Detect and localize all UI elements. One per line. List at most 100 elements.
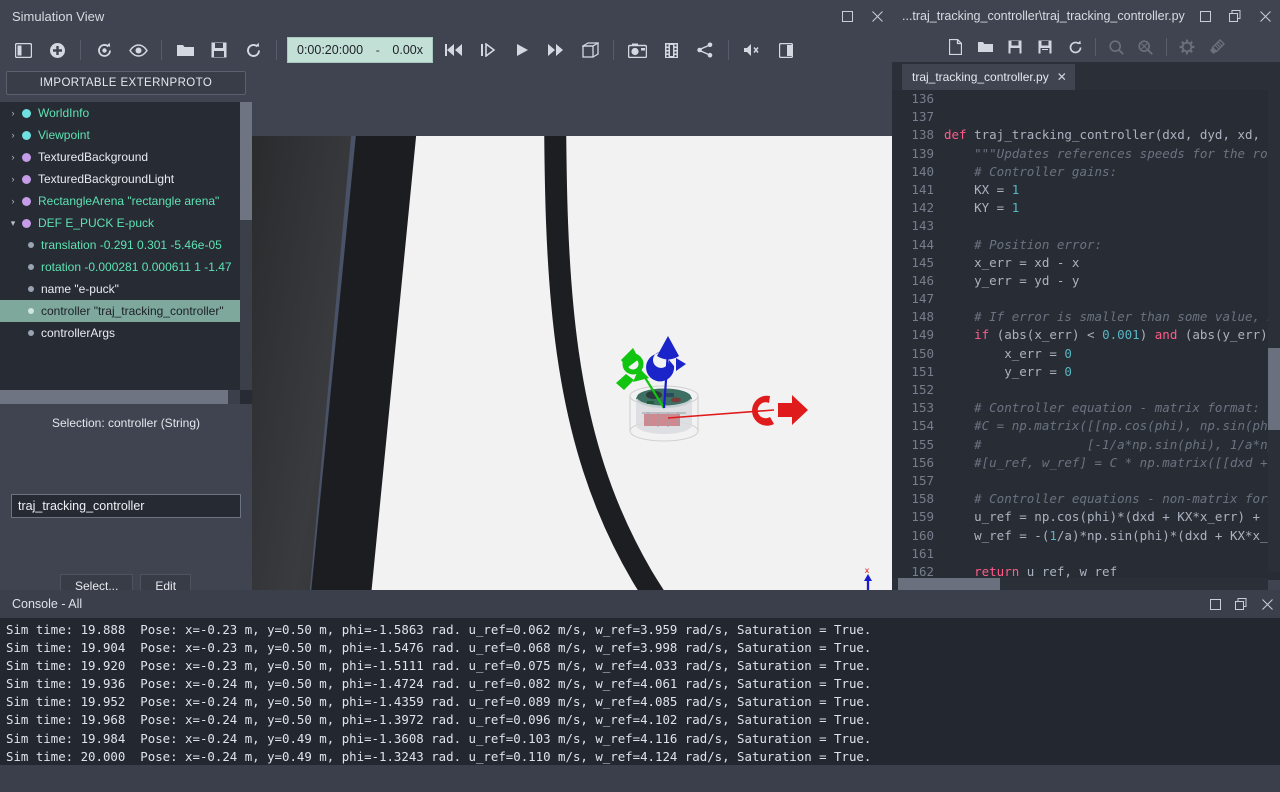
code-line[interactable]: KX = 1 <box>944 181 1280 199</box>
scrollbar-thumb[interactable] <box>240 102 252 220</box>
chevron-right-icon[interactable]: › <box>6 152 20 162</box>
code-line[interactable]: u_ref = np.cos(phi)*(dxd + KX*x_err) + n… <box>944 508 1280 526</box>
chevron-right-icon[interactable]: › <box>6 174 20 184</box>
mute-speaker-icon[interactable] <box>735 35 769 65</box>
screenshot-camera-icon[interactable] <box>620 35 654 65</box>
scene-tree-node[interactable]: controller "traj_tracking_controller" <box>0 300 240 322</box>
scrollbar-thumb[interactable] <box>0 390 228 404</box>
scene-tree-node[interactable]: › Viewpoint <box>0 124 240 146</box>
scene-tree-node[interactable]: name "e-puck" <box>0 278 240 300</box>
maximize-icon[interactable] <box>832 0 862 32</box>
controller-string-input[interactable]: traj_tracking_controller <box>11 494 241 518</box>
close-icon[interactable] <box>1250 0 1280 32</box>
scene-tree-node[interactable]: controllerArgs <box>0 322 240 344</box>
minimize-icon[interactable] <box>1190 0 1220 32</box>
open-world-icon[interactable] <box>168 35 202 65</box>
toggle-right-panel-icon[interactable] <box>769 35 803 65</box>
save-world-icon[interactable] <box>202 35 236 65</box>
scene-tree-node[interactable]: › TexturedBackground <box>0 146 240 168</box>
code-line[interactable]: y_err = yd - y <box>944 272 1280 290</box>
step-icon[interactable] <box>471 35 505 65</box>
code-line[interactable]: """Updates references speeds for the rob… <box>944 145 1280 163</box>
code-line[interactable]: # If error is smaller than some value, m… <box>944 308 1280 326</box>
new-file-icon[interactable] <box>940 34 970 60</box>
editor-vertical-scrollbar[interactable] <box>1268 90 1280 572</box>
code-token: if <box>974 327 990 343</box>
play-icon[interactable] <box>505 35 539 65</box>
minimize-icon[interactable] <box>1202 590 1228 618</box>
save-file-icon[interactable] <box>1000 34 1030 60</box>
scene-tree[interactable]: › WorldInfo › Viewpoint › TexturedBackground ›… <box>0 102 252 404</box>
code-line[interactable]: # Position error: <box>944 236 1280 254</box>
close-icon[interactable] <box>1254 590 1280 618</box>
clean-brush-icon[interactable] <box>1202 34 1232 60</box>
importable-externproto-button[interactable]: IMPORTABLE EXTERNPROTO <box>6 71 246 95</box>
code-line[interactable] <box>944 90 1280 108</box>
share-icon[interactable] <box>688 35 722 65</box>
code-line[interactable]: # Controller gains: <box>944 163 1280 181</box>
chevron-right-icon[interactable]: › <box>6 108 20 118</box>
save-as-file-icon[interactable] <box>1030 34 1060 60</box>
scene-tree-node[interactable]: ▾ DEF E_PUCK E-puck <box>0 212 240 234</box>
code-line[interactable] <box>944 381 1280 399</box>
editor-tab[interactable]: traj_tracking_controller.py ✕ <box>902 64 1075 90</box>
code-content[interactable]: def traj_tracking_controller(dxd, dyd, x… <box>944 90 1280 580</box>
add-node-icon[interactable] <box>40 35 74 65</box>
scene-tree-node[interactable]: rotation -0.000281 0.000611 1 -1.47 <box>0 256 240 278</box>
reload-world-icon[interactable] <box>87 35 121 65</box>
close-icon[interactable] <box>862 0 892 32</box>
chevron-right-icon[interactable]: › <box>6 130 20 140</box>
code-line[interactable]: # Controller equations - non-matrix form… <box>944 490 1280 508</box>
code-line[interactable]: y_err = 0 <box>944 363 1280 381</box>
scene-tree-vertical-scrollbar[interactable] <box>240 102 252 390</box>
line-number: 139 <box>911 145 934 161</box>
3d-viewport[interactable]: x Y <box>252 136 892 658</box>
code-line[interactable]: def traj_tracking_controller(dxd, dyd, x… <box>944 126 1280 144</box>
close-icon[interactable]: ✕ <box>1057 70 1067 84</box>
scrollbar-thumb[interactable] <box>1268 348 1280 430</box>
find-replace-icon[interactable] <box>1131 34 1161 60</box>
reset-simulation-icon[interactable] <box>236 35 270 65</box>
line-number: 150 <box>911 345 934 361</box>
open-file-icon[interactable] <box>970 34 1000 60</box>
chevron-right-icon[interactable]: › <box>6 196 20 206</box>
scrollbar-thumb[interactable] <box>898 578 1000 590</box>
code-line[interactable]: if (abs(x_err) < 0.001) and (abs(y_err) … <box>944 326 1280 344</box>
reload-file-icon[interactable] <box>1060 34 1090 60</box>
fast-forward-icon[interactable] <box>539 35 573 65</box>
chevron-down-icon[interactable]: ▾ <box>6 218 20 229</box>
find-icon[interactable] <box>1101 34 1131 60</box>
node-type-dot-icon <box>22 196 31 206</box>
epuck-robot-with-gizmo[interactable] <box>592 296 832 496</box>
build-gear-icon[interactable] <box>1172 34 1202 60</box>
code-line[interactable] <box>944 472 1280 490</box>
code-line[interactable] <box>944 108 1280 126</box>
scene-tree-node[interactable]: translation -0.291 0.301 -5.46e-05 <box>0 234 240 256</box>
code-line[interactable]: # [-1/a*np.sin(phi), 1/a*np.cos <box>944 436 1280 454</box>
code-line[interactable]: KY = 1 <box>944 199 1280 217</box>
console-output[interactable]: Sim time: 19.888 Pose: x=-0.23 m, y=0.50… <box>0 618 1280 765</box>
scene-tree-node[interactable]: › RectangleArena "rectangle arena" <box>0 190 240 212</box>
code-editor[interactable]: 136 137 138 139 140 141 142 143 144 145 146 147 148 1… <box>892 90 1280 580</box>
code-line[interactable]: #[u_ref, w_ref] = C * np.matrix([[dxd + … <box>944 454 1280 472</box>
code-line[interactable]: w_ref = -(1/a)*np.sin(phi)*(dxd + KX*x_e… <box>944 527 1280 545</box>
scene-tree-horizontal-scrollbar[interactable] <box>0 390 240 404</box>
rewind-icon[interactable] <box>437 35 471 65</box>
code-line[interactable] <box>944 545 1280 563</box>
restore-icon[interactable] <box>1220 0 1250 32</box>
movie-film-icon[interactable] <box>654 35 688 65</box>
restore-icon[interactable] <box>1228 590 1254 618</box>
code-line[interactable]: x_err = 0 <box>944 345 1280 363</box>
line-number: 141 <box>911 181 934 197</box>
code-line[interactable]: # Controller equation - matrix format: <box>944 399 1280 417</box>
render-mode-cube-icon[interactable] <box>573 35 607 65</box>
toggle-side-panel-icon[interactable] <box>6 35 40 65</box>
code-line[interactable] <box>944 217 1280 235</box>
editor-horizontal-scrollbar[interactable] <box>892 578 1268 590</box>
scene-tree-node[interactable]: › TexturedBackgroundLight <box>0 168 240 190</box>
visibility-eye-icon[interactable] <box>121 35 155 65</box>
scene-tree-node[interactable]: › WorldInfo <box>0 102 240 124</box>
code-line[interactable]: #C = np.matrix([[np.cos(phi), np.sin(phi… <box>944 417 1280 435</box>
code-line[interactable] <box>944 290 1280 308</box>
code-line[interactable]: x_err = xd - x <box>944 254 1280 272</box>
